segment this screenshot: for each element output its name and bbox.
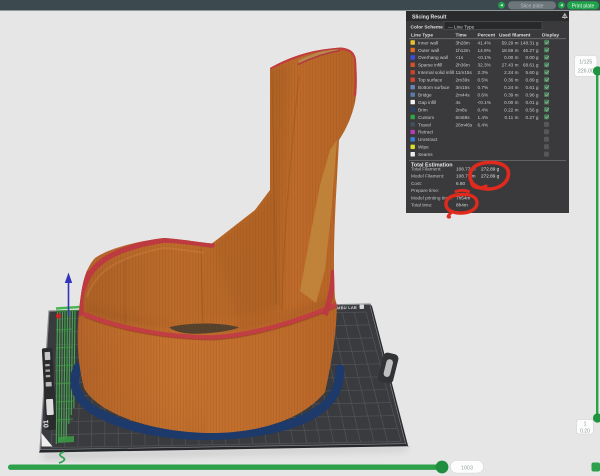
svg-text:0.39 m: 0.39 m <box>504 92 518 97</box>
svg-text:32.3%: 32.3% <box>478 63 491 68</box>
svg-text:0.56 g: 0.56 g <box>525 107 538 112</box>
svg-text:Prepare time:: Prepare time: <box>411 188 439 193</box>
svg-text:11m15s: 11m15s <box>456 70 473 75</box>
svg-text:Total time:: Total time: <box>411 203 432 208</box>
svg-text:0.01 g: 0.01 g <box>525 100 538 105</box>
svg-text:<1s: <1s <box>456 55 464 60</box>
svg-text:3h28m: 3h28m <box>456 40 470 45</box>
svg-text:0.27 g: 0.27 g <box>525 115 538 120</box>
svg-text:Line Type: Line Type <box>411 33 433 39</box>
svg-text:0.36 m: 0.36 m <box>504 78 518 83</box>
svg-text:27.43 m: 27.43 m <box>502 63 519 68</box>
svg-text:0.00 m: 0.00 m <box>504 55 518 60</box>
svg-text:<0.1%: <0.1% <box>478 55 491 60</box>
svg-text:<0.1%: <0.1% <box>478 100 491 105</box>
svg-text:0.00 g: 0.00 g <box>525 55 538 60</box>
svg-text:4s: 4s <box>456 100 462 105</box>
svg-text:0.96 g: 0.96 g <box>525 92 538 97</box>
svg-text:26m46s: 26m46s <box>456 122 473 127</box>
svg-text:6.4%: 6.4% <box>478 122 489 127</box>
svg-text:Travel: Travel <box>418 122 431 127</box>
svg-text:Time: Time <box>456 33 467 39</box>
svg-text:Outer wall: Outer wall <box>418 48 439 53</box>
svg-text:272.89 g: 272.89 g <box>481 167 500 172</box>
svg-text:0.7%: 0.7% <box>478 85 489 90</box>
svg-text:Gap infill: Gap infill <box>418 100 436 105</box>
svg-text:272.89 g: 272.89 g <box>481 174 500 179</box>
svg-text:Total Filament:: Total Filament: <box>411 167 441 172</box>
svg-text:0.5%: 0.5% <box>478 78 489 83</box>
svg-text:0.4%: 0.4% <box>478 107 489 112</box>
svg-text:6.80: 6.80 <box>456 181 466 186</box>
svg-text:41.4%: 41.4% <box>478 40 491 45</box>
svg-text:1: 1 <box>584 422 587 428</box>
svg-text:2.24 m: 2.24 m <box>504 70 518 75</box>
svg-text:Inner wall: Inner wall <box>418 40 438 45</box>
svg-text:Unretract: Unretract <box>418 137 438 142</box>
svg-text:59.29 m: 59.29 m <box>502 40 519 45</box>
svg-text:8h4m: 8h4m <box>456 203 468 208</box>
svg-text:68.61 g: 68.61 g <box>523 63 539 68</box>
svg-text:2h36m: 2h36m <box>456 63 470 68</box>
svg-text:Display: Display <box>542 33 559 39</box>
svg-text:Slice plate: Slice plate <box>520 3 543 9</box>
svg-text:— Line Type: — Line Type <box>448 24 475 29</box>
svg-text:Brim: Brim <box>418 107 428 112</box>
svg-text:Sparse infill: Sparse infill <box>418 63 442 68</box>
svg-text:6m59s: 6m59s <box>456 115 471 120</box>
svg-text:2m44s: 2m44s <box>456 92 471 97</box>
svg-text:Wipe: Wipe <box>418 145 429 150</box>
svg-text:Used filament: Used filament <box>499 33 531 39</box>
svg-text:1.4%: 1.4% <box>478 115 489 120</box>
svg-text:1h12m: 1h12m <box>456 48 470 53</box>
svg-text:Cost:: Cost: <box>411 181 422 186</box>
svg-text:3m15s: 3m15s <box>456 85 471 90</box>
svg-text:Top surface: Top surface <box>418 78 443 83</box>
svg-text:108.77 m: 108.77 m <box>456 174 476 179</box>
svg-text:1/125: 1/125 <box>579 60 592 66</box>
svg-text:Model Filament:: Model Filament: <box>411 174 444 179</box>
svg-text:0.11 m: 0.11 m <box>505 115 519 120</box>
svg-text:01: 01 <box>43 420 50 428</box>
svg-text:0.24 m: 0.24 m <box>504 85 518 90</box>
svg-text:226.00: 226.00 <box>578 69 594 75</box>
svg-text:0.89 g: 0.89 g <box>525 78 538 83</box>
svg-text:0.61 g: 0.61 g <box>525 85 538 90</box>
svg-text:0.22 m: 0.22 m <box>504 107 518 112</box>
svg-text:Color Scheme: Color Scheme <box>411 24 444 30</box>
svg-text:0.20: 0.20 <box>580 429 590 435</box>
svg-text:Percent: Percent <box>478 33 496 39</box>
svg-text:2m39s: 2m39s <box>456 78 471 83</box>
svg-text:Print plate: Print plate <box>572 3 595 9</box>
svg-text:Slicing Result: Slicing Result <box>412 14 447 20</box>
svg-text:14.9%: 14.9% <box>478 48 491 53</box>
svg-text:Bridge: Bridge <box>418 92 432 97</box>
svg-text:Overhang wall: Overhang wall <box>418 55 448 60</box>
svg-text:2m8s: 2m8s <box>456 107 468 112</box>
svg-text:Bottom surface: Bottom surface <box>418 85 450 90</box>
svg-text:Retract: Retract <box>418 130 434 135</box>
svg-text:0.6%: 0.6% <box>478 92 489 97</box>
svg-text:1003: 1003 <box>461 466 473 472</box>
svg-text:148.31 g: 148.31 g <box>520 40 539 45</box>
svg-text:2.3%: 2.3% <box>478 70 489 75</box>
svg-text:Internal solid infill: Internal solid infill <box>418 70 454 75</box>
svg-text:Custom: Custom <box>418 115 434 120</box>
svg-text:Seams: Seams <box>418 152 433 157</box>
svg-text:18.59 m: 18.59 m <box>502 48 519 53</box>
svg-text:0.00 m: 0.00 m <box>504 100 518 105</box>
svg-text:5.60 g: 5.60 g <box>525 70 538 75</box>
svg-text:46.27 g: 46.27 g <box>523 48 539 53</box>
